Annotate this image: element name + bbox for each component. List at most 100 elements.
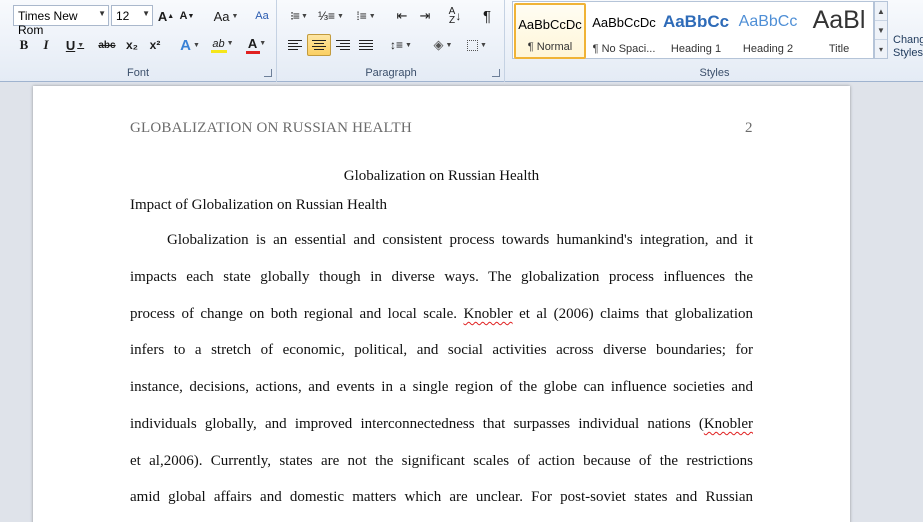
change-styles-label-2: Styles — [893, 47, 923, 59]
line-spacing-button[interactable]: ↕≡ ▼ — [386, 34, 416, 56]
style-sample: AaBl — [812, 6, 866, 34]
chevron-down-icon: ▼ — [480, 41, 487, 49]
dialog-launcher-icon[interactable] — [264, 69, 272, 77]
font-color-button[interactable]: A ▼ — [242, 34, 272, 56]
text-effects-icon: A — [180, 36, 191, 54]
clear-formatting-button[interactable]: Aa — [252, 5, 272, 27]
sort-button[interactable]: A Z ↓ — [444, 5, 466, 27]
align-left-button[interactable] — [284, 34, 306, 56]
shading-button[interactable]: ◈ ▼ — [428, 34, 458, 56]
highlight-button[interactable]: ab ▼ — [207, 34, 239, 56]
chevron-down-icon: ▼ — [337, 12, 344, 20]
align-center-button[interactable] — [307, 34, 331, 56]
line-spacing-icon: ↕≡ — [390, 38, 404, 52]
align-left-icon — [288, 40, 302, 50]
chevron-down-icon: ▼ — [226, 40, 234, 47]
justify-button[interactable] — [355, 34, 377, 56]
style-normal[interactable]: AaBbCcDc ¶ Normal — [514, 3, 586, 59]
change-case-button[interactable]: Aa ▼ — [212, 5, 240, 27]
page-number: 2 — [745, 120, 753, 136]
shading-bucket-icon: ◈ — [433, 37, 444, 52]
paragraph-line: individuals globally, and improved inter… — [130, 416, 753, 433]
grow-font-button[interactable]: A ▲ — [157, 5, 175, 27]
subscript-button[interactable]: x₂ — [122, 34, 142, 56]
decrease-indent-button[interactable]: ⇤ — [392, 5, 412, 27]
align-center-icon — [312, 40, 326, 50]
misspelled-word[interactable]: Knobler — [463, 306, 512, 322]
font-group-label: Font — [126, 67, 149, 79]
style-sample: AaBbCc — [662, 12, 730, 31]
document-title: Globalization on Russian Health — [343, 168, 540, 184]
line-text: infers to a stretch of economic, politic… — [130, 342, 753, 358]
change-case-icon: Aa — [213, 8, 230, 24]
section-heading: Impact of Globalization on Russian Healt… — [130, 197, 388, 213]
styles-gallery-scroll: ▲ ▼ ▾ — [874, 1, 888, 59]
font-color-icon: A — [247, 36, 258, 51]
paragraph-line: et al,2006). Currently, states are not t… — [130, 453, 753, 470]
more-styles-icon[interactable]: ▾ — [875, 40, 887, 59]
line-text: individuals globally, and improved inter… — [130, 416, 704, 432]
superscript-button[interactable]: x² — [145, 34, 165, 56]
multilevel-list-button[interactable]: ⁞≡ ▼ — [350, 5, 382, 27]
paragraph-line: Globalization is an essential and consis… — [130, 232, 753, 249]
underline-button[interactable]: U ▼ — [60, 34, 90, 56]
chevron-down-icon: ▼ — [300, 12, 308, 20]
grow-font-icon: A — [157, 8, 168, 24]
shrink-font-icon: A — [179, 10, 188, 22]
subscript-icon: x₂ — [125, 38, 138, 52]
numbering-icon: ⅓≡ — [318, 9, 336, 23]
bold-button[interactable]: B — [15, 34, 33, 56]
styles-gallery: AaBbCcDc ¶ Normal AaBbCcDc ¶ No Spaci...… — [512, 1, 874, 59]
style-no-spacing[interactable]: AaBbCcDc ¶ No Spaci... — [588, 3, 660, 59]
scroll-down-icon[interactable]: ▼ — [875, 21, 887, 40]
scroll-up-icon[interactable]: ▲ — [875, 2, 887, 21]
chevron-down-icon: ▼ — [192, 41, 200, 49]
style-name: ¶ No Spaci... — [592, 43, 656, 55]
shrink-font-button[interactable]: A ▼ — [178, 5, 196, 27]
misspelled-word[interactable]: Knobler — [704, 416, 753, 432]
style-title[interactable]: AaBl Title — [803, 3, 875, 59]
italic-icon: I — [43, 37, 49, 52]
style-name: Heading 2 — [742, 43, 794, 55]
dialog-launcher-icon[interactable] — [492, 69, 500, 77]
show-formatting-button[interactable]: ¶ — [477, 5, 497, 27]
bullets-button[interactable]: ⁝≡ ▼ — [284, 5, 314, 27]
paragraph-line: infers to a stretch of economic, politic… — [130, 342, 753, 359]
font-size-value: 12 — [116, 9, 130, 23]
chevron-down-icon: ▼ — [405, 41, 412, 49]
bold-icon: B — [19, 37, 29, 52]
style-name: ¶ Normal — [527, 41, 573, 53]
strikethrough-button[interactable]: abc — [95, 34, 119, 56]
font-group: Times New Rom ▼ 12 ▼ A ▲ A ▼ Aa ▼ Aa B I U ▼… — [0, 0, 277, 82]
chevron-down-icon: ▼ — [231, 12, 239, 20]
font-size-combo[interactable]: 12 ▼ — [111, 5, 153, 26]
paragraph-line: instance, decisions, actions, and events… — [130, 379, 753, 396]
strikethrough-icon: abc — [98, 39, 116, 51]
increase-indent-button[interactable]: ⇥ — [415, 5, 435, 27]
borders-button[interactable]: ▼ — [462, 34, 492, 56]
font-name-combo[interactable]: Times New Rom ▼ — [13, 5, 109, 37]
paragraph-group-label: Paragraph — [365, 67, 417, 79]
style-heading-2[interactable]: AaBbCc Heading 2 — [732, 3, 804, 59]
style-sample: AaBbCcDc — [518, 17, 582, 32]
italic-button[interactable]: I — [37, 34, 55, 56]
style-name: Title — [828, 43, 850, 55]
text-effects-button[interactable]: A ▼ — [176, 34, 204, 56]
numbering-button[interactable]: ⅓≡ ▼ — [316, 5, 346, 27]
change-styles-button[interactable]: Change Styles — [893, 34, 923, 60]
line-text: process of change on both regional and l… — [130, 306, 464, 322]
style-heading-1[interactable]: AaBbCc Heading 1 — [660, 3, 732, 59]
superscript-icon: x² — [149, 38, 161, 52]
justify-icon — [359, 40, 373, 50]
paragraph-group: ⁝≡ ▼ ⅓≡ ▼ ⁞≡ ▼ ⇤ ⇥ A Z ↓ ¶ ↕≡ ▼ ◈ ▼ ▼ Pa… — [278, 0, 505, 82]
font-name-value: Times New Rom — [18, 9, 78, 37]
line-text: amid global affairs and domestic matters… — [130, 489, 753, 505]
paragraph-line: amid global affairs and domestic matters… — [130, 489, 753, 506]
styles-group-label: Styles — [699, 67, 730, 79]
align-right-button[interactable] — [332, 34, 354, 56]
multilevel-list-icon: ⁞≡ — [356, 9, 367, 23]
line-text: Globalization is an essential and consis… — [167, 232, 753, 248]
line-text: instance, decisions, actions, and events… — [130, 379, 753, 395]
document-page[interactable]: GLOBALIZATION ON RUSSIAN HEALTH 2 Global… — [33, 86, 850, 522]
style-name: Heading 1 — [670, 43, 722, 55]
